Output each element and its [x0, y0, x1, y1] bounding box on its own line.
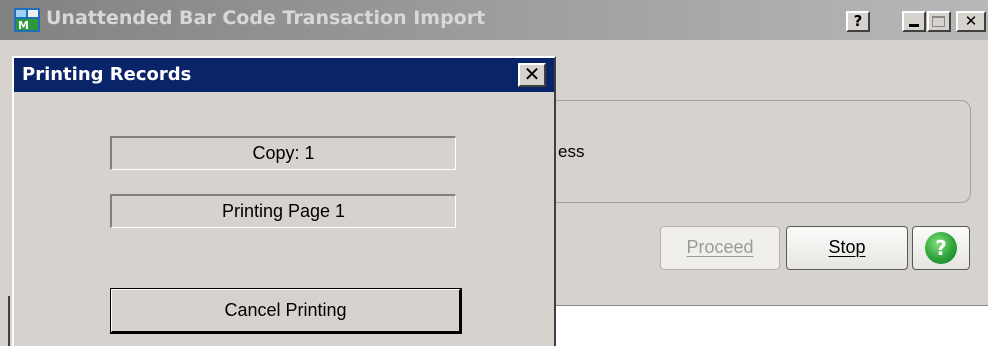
caption-help-button[interactable]: ?	[846, 11, 870, 32]
maximize-button[interactable]	[927, 11, 951, 32]
app-icon: M	[14, 8, 40, 32]
copy-status: Copy: 1	[110, 136, 456, 170]
window-left-edge	[8, 296, 10, 346]
help-button[interactable]: ?	[912, 226, 970, 270]
stop-button[interactable]: Stop	[786, 226, 908, 270]
proceed-label: Proceed	[686, 237, 754, 257]
dialog-title: Printing Records	[22, 64, 192, 85]
svg-text:M: M	[18, 19, 29, 32]
maximize-icon	[932, 16, 945, 27]
dialog-title-bar[interactable]: Printing Records ✕	[14, 58, 554, 92]
green-help-circle-icon: ?	[925, 232, 957, 264]
stop-label: Stop	[828, 237, 866, 257]
status-text: ess	[558, 142, 585, 161]
window-close-button[interactable]: ✕	[956, 11, 986, 32]
proceed-button[interactable]: Proceed	[660, 226, 780, 270]
cancel-printing-button[interactable]: Cancel Printing	[110, 288, 462, 334]
status-group-box	[548, 100, 971, 203]
dialog-close-button[interactable]: ✕	[518, 63, 546, 87]
window-title: Unattended Bar Code Transaction Import	[46, 7, 486, 29]
background-area	[548, 306, 988, 346]
printing-records-dialog: Printing Records ✕ Copy: 1 Printing Page…	[12, 56, 556, 346]
main-title-bar[interactable]: M Unattended Bar Code Transaction Import…	[0, 0, 988, 40]
page-status: Printing Page 1	[110, 194, 456, 228]
minimize-button[interactable]	[902, 11, 926, 32]
minimize-icon	[909, 24, 919, 27]
